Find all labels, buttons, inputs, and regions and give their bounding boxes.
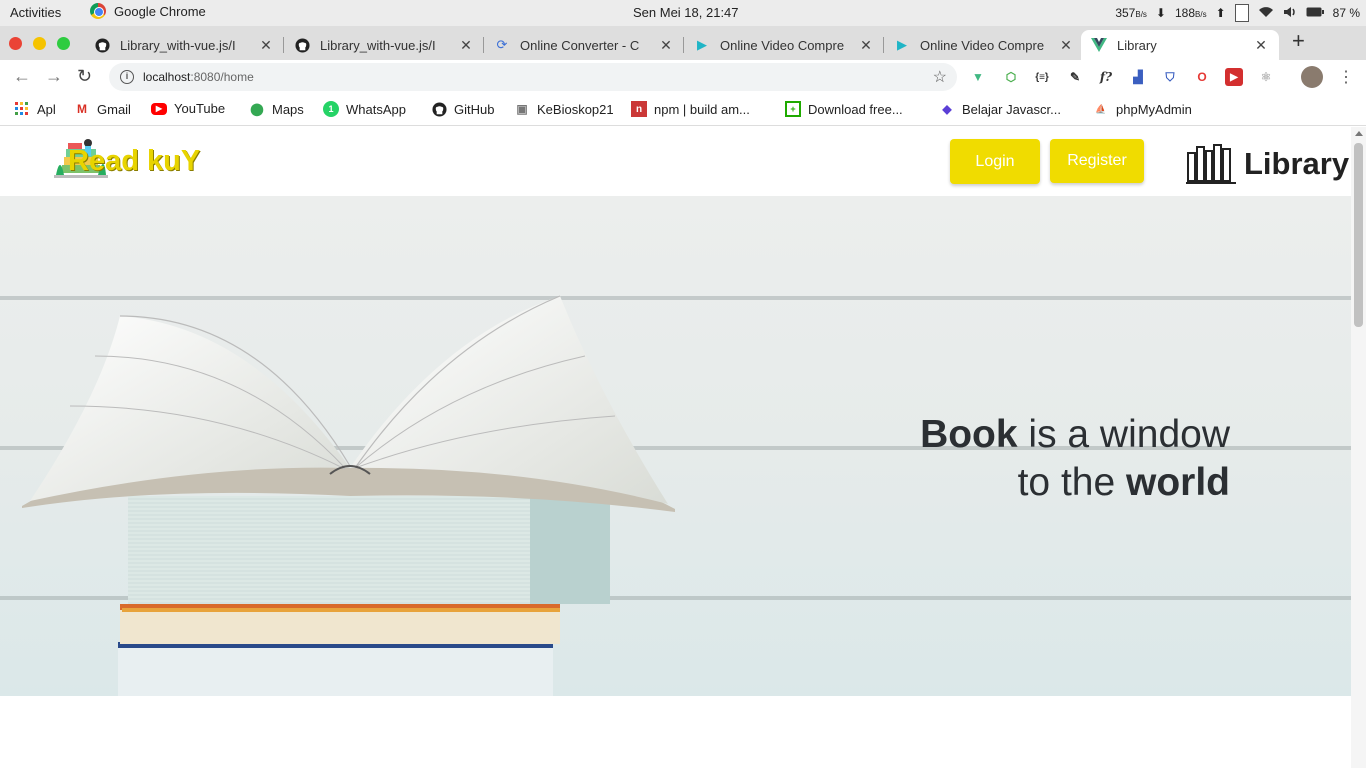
video-compress-icon: ▶ <box>697 37 707 52</box>
converter-icon: ⟳ <box>496 37 508 52</box>
minimize-window-button[interactable] <box>33 37 46 50</box>
close-tab-icon[interactable]: ✕ <box>658 37 674 54</box>
close-tab-icon[interactable]: ✕ <box>1253 37 1269 54</box>
bookshelf-icon <box>1186 144 1236 184</box>
chrome-icon <box>90 3 106 19</box>
bookmark-youtube[interactable]: ▶ YouTube <box>151 101 225 116</box>
book-stack-illustration <box>22 295 675 696</box>
react-extension-icon[interactable]: ⚛ <box>1257 68 1275 86</box>
tab-strip: Library_with-vue.js/I ✕ Library_with-vue… <box>0 26 1366 60</box>
clipboard-icon <box>1234 4 1249 22</box>
browser-tab[interactable]: ▶ Online Video Compre ✕ <box>884 30 1084 60</box>
back-arrow-icon[interactable]: ← <box>13 66 31 87</box>
library-logo[interactable]: Library <box>1186 143 1349 185</box>
youtube-icon: ▶ <box>151 102 167 115</box>
github-icon <box>94 37 110 53</box>
forward-arrow-icon[interactable]: → <box>45 66 63 87</box>
shield-extension-icon[interactable]: ⛉ <box>1161 68 1179 86</box>
url-host: localhost <box>143 70 191 84</box>
browser-tab[interactable]: Library_with-vue.js/I ✕ <box>84 30 284 60</box>
apps-grid-icon <box>14 101 30 117</box>
library-title: Library <box>1244 146 1350 181</box>
profile-avatar[interactable] <box>1301 66 1323 88</box>
maps-icon: ⬤ <box>250 102 264 116</box>
close-tab-icon[interactable]: ✕ <box>1058 37 1074 54</box>
close-tab-icon[interactable]: ✕ <box>258 37 274 54</box>
close-tab-icon[interactable]: ✕ <box>858 37 874 54</box>
stamp-extension-icon[interactable]: ▟ <box>1129 68 1147 86</box>
download-speed: 357B/s <box>1115 6 1147 20</box>
browser-toolbar: ← → ↻ i localhost:8080/home ☆ ▼ ⬡ {≡} ✎ … <box>0 60 1366 94</box>
browser-tab[interactable]: ⟳ Online Converter - C ✕ <box>484 30 684 60</box>
npm-icon: n <box>631 101 647 117</box>
bookmark-github[interactable]: GitHub <box>431 101 494 117</box>
address-bar[interactable]: i localhost:8080/home ☆ <box>109 63 957 91</box>
system-top-bar: Activities Google Chrome Sen Mei 18, 21:… <box>0 0 1366 26</box>
bookmarks-bar: Apl M Gmail ▶ YouTube ⬤ Maps 1 WhatsApp … <box>0 94 1366 126</box>
upload-arrow-icon: ⬆ <box>1215 6 1226 20</box>
opera-extension-icon[interactable]: O <box>1193 68 1211 86</box>
browser-tab[interactable]: ▶ Online Video Compre ✕ <box>684 30 884 60</box>
kebioskop-icon: ▣ <box>516 102 528 116</box>
scrollbar-thumb[interactable] <box>1354 143 1363 327</box>
volume-icon <box>1283 6 1297 21</box>
web-page: Read kuY Login Register Library Book is … <box>0 127 1351 768</box>
browser-tab-active[interactable]: Library ✕ <box>1081 30 1279 60</box>
bookmark-kebioskop21[interactable]: ▣ KeBioskop21 <box>514 101 613 117</box>
register-button[interactable]: Register <box>1050 139 1144 183</box>
json-viewer-extension-icon[interactable]: {≡} <box>1033 68 1051 86</box>
vue-icon <box>1091 37 1107 53</box>
bookmark-belajar-javascript[interactable]: ◆ Belajar Javascr... <box>939 101 1061 117</box>
gmail-icon: M <box>77 102 87 116</box>
font-finder-extension-icon[interactable]: f? <box>1097 68 1115 86</box>
code-icon: ◆ <box>942 102 952 116</box>
bookmark-phpmyadmin[interactable]: ⛵ phpMyAdmin <box>1093 101 1191 117</box>
scroll-up-icon[interactable] <box>1355 131 1363 136</box>
github-icon <box>431 101 447 117</box>
close-tab-icon[interactable]: ✕ <box>458 37 474 54</box>
bookmark-download-free[interactable]: + Download free... <box>785 101 903 117</box>
battery-icon <box>1306 6 1324 20</box>
login-button[interactable]: Login <box>950 139 1040 184</box>
url-path: :8080/home <box>190 70 254 84</box>
phpmyadmin-icon: ⛵ <box>1095 103 1107 114</box>
activities-button[interactable]: Activities <box>10 5 61 20</box>
media-extension-icon[interactable]: ▶ <box>1225 68 1243 86</box>
bookmark-npm[interactable]: n npm | build am... <box>631 101 750 117</box>
vue-devtools-extension-icon[interactable]: ▼ <box>969 68 987 86</box>
node-extension-icon[interactable]: ⬡ <box>1002 68 1020 86</box>
close-window-button[interactable] <box>9 37 22 50</box>
brand-name[interactable]: Read kuY <box>68 145 200 178</box>
whatsapp-icon: 1 <box>323 101 339 117</box>
page-scrollbar[interactable] <box>1351 127 1366 768</box>
clock[interactable]: Sen Mei 18, 21:47 <box>633 5 739 20</box>
browser-tab[interactable]: Library_with-vue.js/I ✕ <box>284 30 484 60</box>
hero-banner: Book is a window to the world <box>0 196 1351 696</box>
battery-percent: 87 % <box>1332 6 1360 20</box>
bookmark-maps[interactable]: ⬤ Maps <box>249 101 304 117</box>
upload-speed: 188B/s <box>1174 6 1207 20</box>
bookmark-star-icon[interactable]: ☆ <box>933 67 947 87</box>
app-name: Google Chrome <box>114 3 206 19</box>
new-tab-button[interactable]: + <box>1292 28 1305 54</box>
app-menu[interactable]: Google Chrome <box>90 3 206 19</box>
tagline-line-1: Book is a window <box>920 413 1230 456</box>
download-icon: + <box>785 101 801 117</box>
eyedropper-extension-icon[interactable]: ✎ <box>1066 68 1084 86</box>
download-arrow-icon: ⬇ <box>1155 6 1166 20</box>
bookmark-whatsapp[interactable]: 1 WhatsApp <box>323 101 406 117</box>
reload-icon[interactable]: ↻ <box>77 66 92 87</box>
system-tray[interactable]: 357B/s ⬇ 188B/s ⬆ 87 % <box>1115 4 1360 22</box>
wifi-icon <box>1258 6 1274 21</box>
github-icon <box>294 37 310 53</box>
bookmark-apps[interactable]: Apl <box>14 101 56 117</box>
tagline-line-2: to the world <box>1017 461 1230 504</box>
bookmark-gmail[interactable]: M Gmail <box>74 101 131 117</box>
chrome-menu-icon[interactable]: ⋮ <box>1338 67 1354 87</box>
site-info-icon[interactable]: i <box>120 70 134 84</box>
maximize-window-button[interactable] <box>57 37 70 50</box>
video-compress-icon: ▶ <box>897 37 907 52</box>
hero-tagline: Book is a window to the world <box>920 411 1230 507</box>
